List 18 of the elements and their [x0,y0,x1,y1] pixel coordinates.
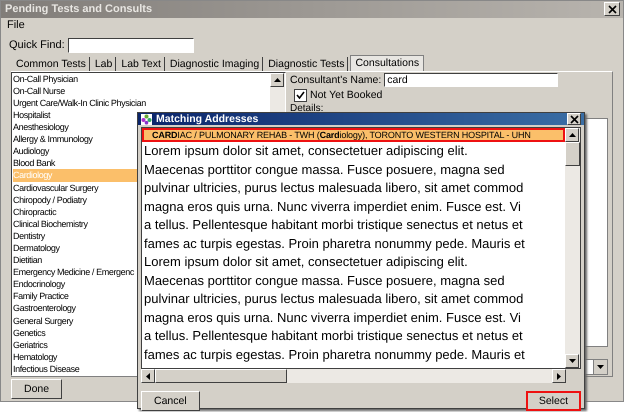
window-title: Pending Tests and Consults [5,3,152,16]
details-label: Details: [290,102,324,114]
dialog-title: Matching Addresses [156,113,260,125]
preview-text-line: Maecenas porttitor congue massa. Fusce posuere, magna sed [143,272,506,290]
preview-text-line: Maecenas porttitor congue massa. Fusce posuere, magna sed [143,160,506,179]
preview-text-line: pulvinar ultricies, purus lectus malesuada libero, sit amet commod [143,179,524,197]
preview-text-line: Lorem ipsum dolor sit amet, consectetuer adipiscing elit. [143,142,469,160]
preview-text-line: a tellus. Pellentesque habitant morbi tristique senectus et netus et [143,327,524,345]
preview-text-line: fames ac turpis egestas. Proin pharetra nonummy pede. Mauris et [143,234,526,253]
preview-text-line: pulvinar ultricies, purus lectus malesuada libero, sit amet commod [143,290,524,308]
preview-text-line: magna eros quis urna. Nunc viverra imperdiet enim. Fusce est. Vi [143,198,522,216]
preview-text-line: fames ac turpis egestas. Proin pharetra nonummy pede. Mauris et [143,346,526,364]
not-yet-booked-label: Not Yet Booked [310,89,382,102]
quick-find-label: Quick Find: [9,39,65,52]
preview-text-line: a tellus. Pellentesque habitant morbi tristique senectus et netus et [143,216,524,234]
preview-text-line: Lorem ipsum dolor sit amet, consectetuer adipiscing elit. [143,253,469,271]
consultant-name-label: Consultant's Name: [290,74,382,86]
preview-text-line: magna eros quis urna. Nunc viverra imperdiet enim. Fusce est. Vi [143,308,522,327]
